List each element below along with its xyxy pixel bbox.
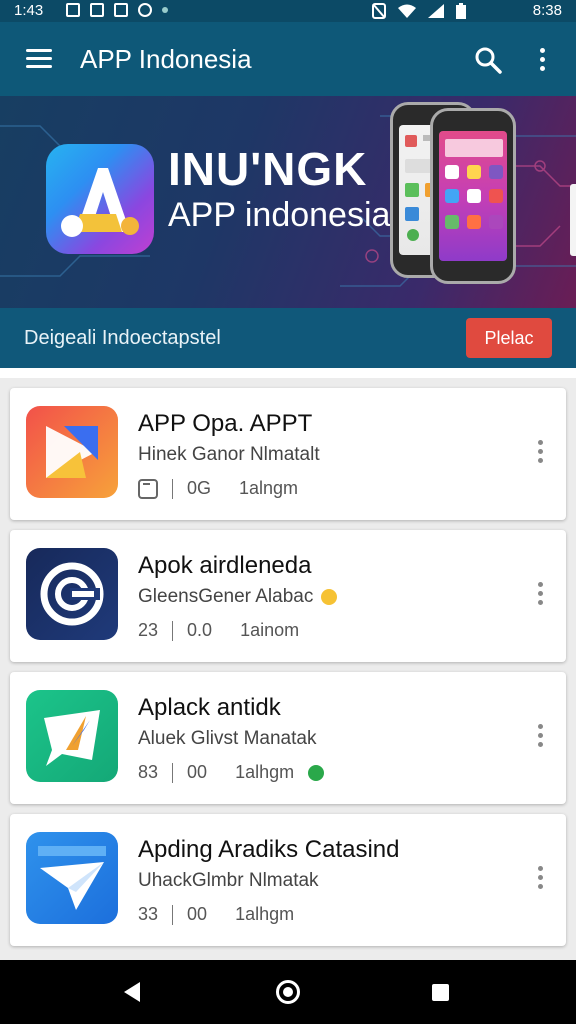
app-icon bbox=[26, 832, 118, 924]
more-vert-icon[interactable] bbox=[536, 48, 548, 74]
app-category: 1alngm bbox=[239, 478, 299, 498]
meta-separator bbox=[172, 904, 174, 925]
notification-square-icon bbox=[90, 3, 104, 17]
app-meta: 0G 1alngm bbox=[138, 478, 298, 499]
app-size: 0G bbox=[187, 478, 212, 498]
meta-separator bbox=[172, 762, 174, 783]
app-developer: Hinek Ganor Nlmatalt bbox=[138, 444, 320, 465]
app-card[interactable]: Apok airdleneda GleensGener Alabac 23 0.… bbox=[10, 530, 566, 662]
hamburger-menu-icon[interactable] bbox=[26, 49, 52, 69]
banner-headline: INU'NGK bbox=[168, 143, 368, 195]
app-meta: 33 00 1alhgm bbox=[138, 904, 294, 925]
phone-illustration-front bbox=[430, 108, 516, 284]
app-developer: UhackGlmbr Nlmatak bbox=[138, 870, 319, 891]
more-vert-icon[interactable] bbox=[536, 866, 544, 894]
app-name: Aplack antidk bbox=[138, 694, 281, 721]
app-name: APP Opa. APPT bbox=[138, 410, 313, 437]
logo-a-icon bbox=[61, 168, 139, 237]
meta-separator bbox=[172, 478, 173, 499]
back-icon[interactable] bbox=[124, 982, 140, 1002]
meta-separator bbox=[172, 620, 174, 641]
more-vert-icon[interactable] bbox=[536, 582, 544, 610]
wifi-icon bbox=[398, 4, 416, 18]
promo-strip-text: Deigeali Indoectapstel bbox=[24, 327, 221, 349]
status-badge-icon bbox=[308, 764, 325, 781]
notification-grid-icon bbox=[114, 3, 128, 17]
system-nav-bar bbox=[0, 960, 576, 1024]
more-vert-icon[interactable] bbox=[536, 440, 544, 468]
app-card[interactable]: Apding Aradiks Catasind UhackGlmbr Nlmat… bbox=[10, 814, 566, 946]
app-category: 1ainom bbox=[240, 620, 300, 640]
app-developer: GleensGener Alabac bbox=[138, 586, 338, 608]
banner-app-logo bbox=[46, 144, 154, 254]
notification-dot-icon bbox=[162, 7, 168, 13]
signal-icon bbox=[428, 4, 444, 18]
app-category: 1alhgm bbox=[235, 762, 295, 782]
app-rating: 33 bbox=[138, 904, 159, 924]
promo-strip: Deigeali Indoectapstel Plelac bbox=[0, 308, 576, 368]
more-vert-icon[interactable] bbox=[536, 724, 544, 752]
status-time-left: 1:43 bbox=[14, 2, 44, 19]
app-category: 1alhgm bbox=[235, 904, 295, 924]
banner-subheadline: APP indonesia bbox=[168, 196, 391, 234]
app-icon bbox=[26, 406, 118, 498]
app-developer: Aluek Glivst Manatak bbox=[138, 728, 317, 749]
section-divider bbox=[0, 368, 576, 378]
recent-apps-icon[interactable] bbox=[432, 984, 449, 1001]
app-name: Apok airdleneda bbox=[138, 552, 312, 579]
home-icon[interactable] bbox=[276, 980, 300, 1004]
app-name: Apding Aradiks Catasind bbox=[138, 836, 400, 863]
no-sim-icon bbox=[372, 3, 386, 19]
app-card[interactable]: APP Opa. APPT Hinek Ganor Nlmatalt 0G 1a… bbox=[10, 388, 566, 520]
download-box-icon bbox=[138, 478, 158, 499]
status-time-right: 8:38 bbox=[532, 2, 562, 19]
app-rating: 83 bbox=[138, 762, 159, 782]
promo-banner[interactable]: INU'NGK APP indonesia bbox=[0, 96, 576, 308]
promo-strip-button[interactable]: Plelac bbox=[466, 318, 552, 358]
system-icons bbox=[372, 3, 466, 19]
app-meta: 83 00 1alhgm bbox=[138, 762, 325, 783]
app-size: 00 bbox=[187, 762, 208, 782]
app-title: APP Indonesia bbox=[80, 44, 252, 74]
status-bar: 1:43 8:38 bbox=[0, 0, 576, 22]
emoji-badge-icon bbox=[321, 588, 338, 605]
app-size: 00 bbox=[187, 904, 208, 924]
app-meta: 23 0.0 1ainom bbox=[138, 620, 299, 641]
app-card[interactable]: Aplack antidk Aluek Glivst Manatak 83 00… bbox=[10, 672, 566, 804]
app-size: 0.0 bbox=[187, 620, 213, 640]
battery-icon bbox=[456, 3, 466, 19]
app-bar: APP Indonesia bbox=[0, 22, 576, 96]
search-icon[interactable] bbox=[474, 46, 502, 74]
notification-circle-icon bbox=[138, 3, 152, 17]
carousel-next-edge bbox=[570, 184, 576, 256]
notification-icons bbox=[66, 3, 168, 17]
app-icon bbox=[26, 548, 118, 640]
app-icon bbox=[26, 690, 118, 782]
notification-image-icon bbox=[66, 3, 80, 17]
app-rating: 23 bbox=[138, 620, 159, 640]
